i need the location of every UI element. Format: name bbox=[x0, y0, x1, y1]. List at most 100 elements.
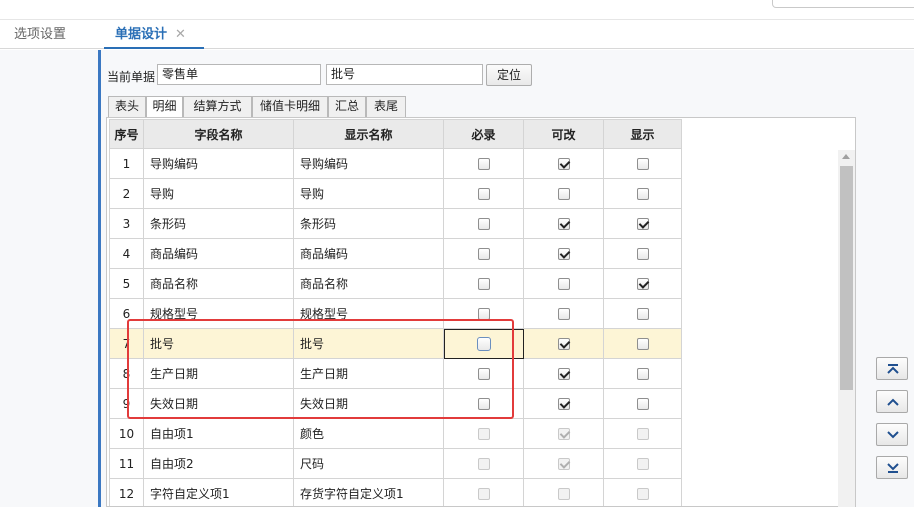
move-up-button[interactable] bbox=[876, 390, 908, 413]
display-name-cell[interactable]: 颜色 bbox=[293, 418, 444, 449]
table-row[interactable]: 8 生产日期 生产日期 bbox=[109, 358, 682, 389]
editable-checkbox[interactable] bbox=[557, 158, 570, 170]
tab-bar: 选项设置 单据设计 ✕ bbox=[0, 20, 914, 49]
required-checkbox[interactable] bbox=[477, 158, 490, 170]
visible-checkbox[interactable] bbox=[636, 278, 649, 290]
table-row[interactable]: 2 导购 导购 bbox=[109, 178, 682, 209]
visible-checkbox bbox=[636, 488, 649, 500]
display-name-cell[interactable]: 导购编码 bbox=[293, 148, 444, 179]
table-row[interactable]: 9 失效日期 失效日期 bbox=[109, 388, 682, 419]
visible-checkbox[interactable] bbox=[636, 368, 649, 380]
display-name-cell[interactable]: 条形码 bbox=[293, 208, 444, 239]
col-header-required[interactable]: 必录 bbox=[443, 119, 524, 149]
field-name-cell[interactable]: 自由项1 bbox=[143, 418, 294, 449]
editable-checkbox[interactable] bbox=[557, 308, 570, 320]
table-row[interactable]: 10 自由项1 颜色 bbox=[109, 418, 682, 449]
move-down-button[interactable] bbox=[876, 423, 908, 446]
editable-checkbox bbox=[557, 458, 570, 470]
table-row[interactable]: 3 条形码 条形码 bbox=[109, 208, 682, 239]
visible-checkbox[interactable] bbox=[636, 158, 649, 170]
display-name-cell[interactable]: 商品编码 bbox=[293, 238, 444, 269]
field-name-cell[interactable]: 规格型号 bbox=[143, 298, 294, 329]
field-name-cell[interactable]: 导购编码 bbox=[143, 148, 294, 179]
vertical-scrollbar[interactable] bbox=[838, 150, 855, 507]
table-row[interactable]: 11 自由项2 尺码 bbox=[109, 448, 682, 479]
table-row[interactable]: 6 规格型号 规格型号 bbox=[109, 298, 682, 329]
editable-cell bbox=[523, 148, 604, 179]
editable-checkbox[interactable] bbox=[557, 398, 570, 410]
display-name-cell[interactable]: 失效日期 bbox=[293, 388, 444, 419]
visible-checkbox[interactable] bbox=[636, 398, 649, 410]
editable-checkbox[interactable] bbox=[557, 338, 570, 350]
current-doc-field[interactable]: 零售单 bbox=[157, 64, 321, 85]
subtab-detail[interactable]: 明细 bbox=[146, 96, 183, 118]
row-number: 5 bbox=[109, 268, 144, 299]
table-row[interactable]: 4 商品编码 商品编码 bbox=[109, 238, 682, 269]
editable-checkbox[interactable] bbox=[557, 218, 570, 230]
field-name-cell[interactable]: 自由项2 bbox=[143, 448, 294, 479]
editable-checkbox[interactable] bbox=[557, 248, 570, 260]
top-strip bbox=[0, 0, 914, 20]
locate-search-input[interactable]: 批号 bbox=[326, 64, 483, 85]
field-name-cell[interactable]: 批号 bbox=[143, 328, 294, 359]
tab-document-design[interactable]: 单据设计 ✕ bbox=[104, 20, 204, 49]
field-name-cell[interactable]: 条形码 bbox=[143, 208, 294, 239]
subtab-footer[interactable]: 表尾 bbox=[366, 96, 406, 117]
table-row[interactable]: 1 导购编码 导购编码 bbox=[109, 148, 682, 179]
required-checkbox[interactable] bbox=[476, 336, 491, 351]
visible-checkbox[interactable] bbox=[636, 338, 649, 350]
display-name-cell[interactable]: 商品名称 bbox=[293, 268, 444, 299]
display-name-cell[interactable]: 批号 bbox=[293, 328, 444, 359]
required-checkbox[interactable] bbox=[477, 188, 490, 200]
field-name-cell[interactable]: 商品名称 bbox=[143, 268, 294, 299]
display-name-cell[interactable]: 导购 bbox=[293, 178, 444, 209]
table-row[interactable]: 5 商品名称 商品名称 bbox=[109, 268, 682, 299]
field-name-cell[interactable]: 导购 bbox=[143, 178, 294, 209]
visible-cell bbox=[603, 358, 682, 389]
tab-options[interactable]: 选项设置 bbox=[14, 20, 66, 49]
col-header-display-name[interactable]: 显示名称 bbox=[293, 119, 444, 149]
required-checkbox[interactable] bbox=[477, 368, 490, 380]
subtab-summary[interactable]: 汇总 bbox=[328, 96, 366, 117]
field-grid: 序号 字段名称 显示名称 必录 可改 显示 1 导购编码 导购编码 2 导购 导购 3 条形码… bbox=[106, 117, 856, 507]
subtab-stored-value-card[interactable]: 储值卡明细 bbox=[252, 96, 328, 117]
display-name-cell[interactable]: 尺码 bbox=[293, 448, 444, 479]
visible-checkbox[interactable] bbox=[636, 248, 649, 260]
visible-checkbox[interactable] bbox=[636, 188, 649, 200]
move-bottom-button[interactable] bbox=[876, 456, 908, 479]
col-header-field-name[interactable]: 字段名称 bbox=[143, 119, 294, 149]
visible-checkbox[interactable] bbox=[636, 218, 649, 230]
field-name-cell[interactable]: 字符自定义项1 bbox=[143, 478, 294, 506]
required-checkbox[interactable] bbox=[477, 248, 490, 260]
display-name-cell[interactable]: 规格型号 bbox=[293, 298, 444, 329]
editable-checkbox[interactable] bbox=[557, 188, 570, 200]
visible-cell bbox=[603, 148, 682, 179]
display-name-cell[interactable]: 生产日期 bbox=[293, 358, 444, 389]
display-name-cell[interactable]: 存货字符自定义项1 bbox=[293, 478, 444, 506]
visible-checkbox[interactable] bbox=[636, 308, 649, 320]
field-name-cell[interactable]: 失效日期 bbox=[143, 388, 294, 419]
top-search-box[interactable] bbox=[772, 0, 914, 8]
table-row[interactable]: 12 字符自定义项1 存货字符自定义项1 bbox=[109, 478, 682, 506]
table-row[interactable]: 7 批号 批号 bbox=[109, 328, 682, 359]
required-checkbox[interactable] bbox=[477, 278, 490, 290]
move-top-button[interactable] bbox=[876, 357, 908, 380]
scrollbar-thumb[interactable] bbox=[840, 166, 853, 390]
required-checkbox[interactable] bbox=[477, 308, 490, 320]
editable-cell bbox=[523, 388, 604, 419]
subtab-header[interactable]: 表头 bbox=[108, 96, 146, 117]
field-name-cell[interactable]: 商品编码 bbox=[143, 238, 294, 269]
field-name-cell[interactable]: 生产日期 bbox=[143, 358, 294, 389]
required-checkbox[interactable] bbox=[477, 218, 490, 230]
editable-checkbox[interactable] bbox=[557, 278, 570, 290]
close-icon[interactable]: ✕ bbox=[175, 27, 186, 42]
col-header-no[interactable]: 序号 bbox=[109, 119, 144, 149]
locate-button[interactable]: 定位 bbox=[486, 64, 532, 86]
required-checkbox[interactable] bbox=[477, 398, 490, 410]
col-header-editable[interactable]: 可改 bbox=[523, 119, 604, 149]
scroll-up-arrow-icon[interactable] bbox=[842, 154, 850, 159]
col-header-visible[interactable]: 显示 bbox=[603, 119, 682, 149]
visible-cell bbox=[603, 388, 682, 419]
editable-checkbox[interactable] bbox=[557, 368, 570, 380]
subtab-settlement[interactable]: 结算方式 bbox=[183, 96, 252, 117]
